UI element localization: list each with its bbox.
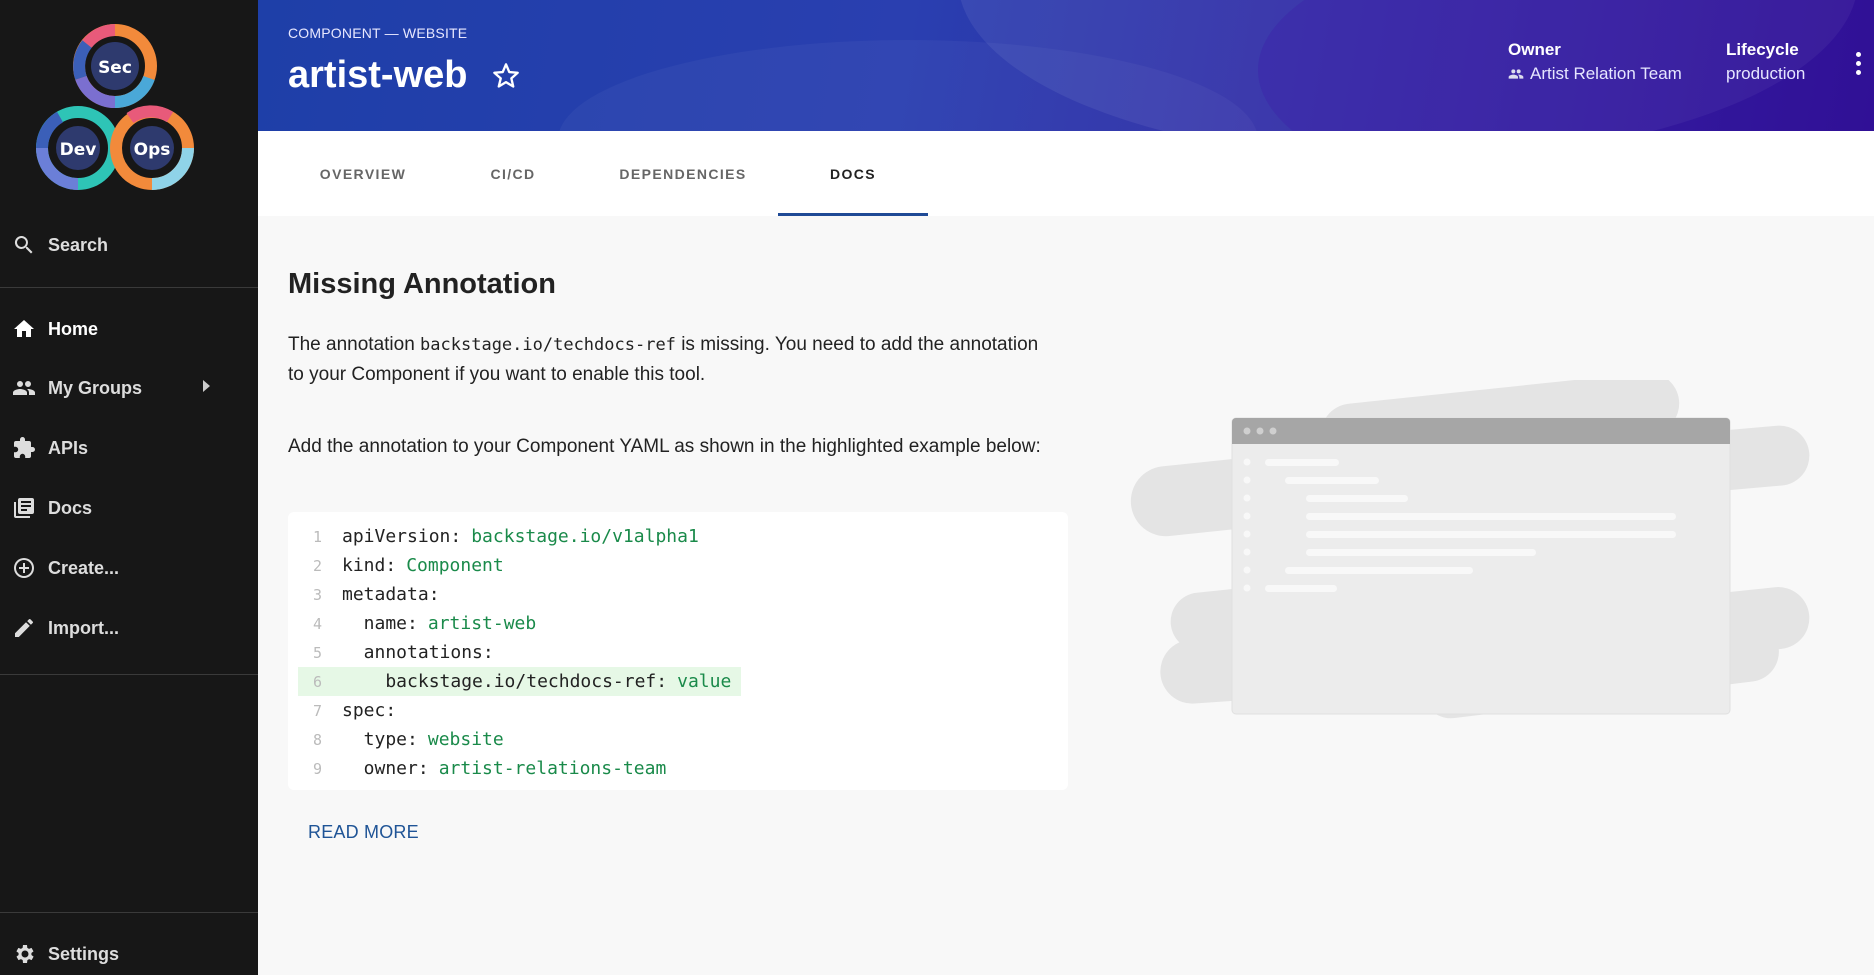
sidebar-item-import[interactable]: Import...: [0, 600, 258, 656]
entity-header: COMPONENT — WEBSITE artist-web Owner Art…: [258, 0, 1874, 131]
yaml-code-block: 1 apiVersion: backstage.io/v1alpha1 2 kind:…: [288, 512, 1068, 790]
chevron-right-icon: [203, 380, 210, 392]
lifecycle-field: Lifecycle production: [1726, 40, 1805, 84]
home-icon: [12, 317, 36, 341]
docs-icon: [12, 496, 36, 520]
sidebar-item-label: Home: [48, 318, 99, 339]
svg-text:Dev: Dev: [60, 140, 97, 160]
sidebar-item-label: APIs: [48, 437, 89, 458]
sidebar-item-label: My Groups: [48, 377, 143, 398]
svg-text:Ops: Ops: [134, 140, 171, 160]
sidebar-item-docs[interactable]: Docs: [0, 480, 258, 536]
groups-icon: [12, 376, 36, 400]
search-icon: [12, 233, 36, 257]
missing-docs-illustration: [1130, 380, 1810, 719]
code-line: 9 owner: artist-relations-team: [312, 758, 667, 779]
entity-kind-label: COMPONENT — WEBSITE: [288, 25, 468, 41]
sidebar-divider: [0, 287, 258, 288]
sidebar-item-apis[interactable]: APIs: [0, 420, 258, 476]
sidebar-item-search[interactable]: Search: [0, 217, 258, 273]
active-tab-indicator: [778, 213, 928, 216]
svg-text:Sec: Sec: [98, 58, 132, 78]
owner-label: Owner: [1508, 40, 1561, 59]
tab-dependencies[interactable]: DEPENDENCIES: [588, 131, 778, 216]
code-line: 7 spec:: [312, 700, 397, 721]
tab-docs[interactable]: DOCS: [778, 131, 928, 216]
code-line-highlighted: 6 backstage.io/techdocs-ref: value: [298, 667, 741, 696]
code-line: 3 metadata:: [312, 584, 440, 605]
code-line: 1 apiVersion: backstage.io/v1alpha1: [312, 526, 699, 547]
sidebar-item-settings[interactable]: Settings: [0, 926, 258, 975]
sidebar-item-label: Import...: [48, 617, 119, 638]
tab-bar: OVERVIEW CI/CD DEPENDENCIES DOCS: [258, 131, 1874, 216]
sidebar: Sec Dev Ops Search Home My Groups APIs D…: [0, 0, 258, 975]
more-options-icon[interactable]: [1856, 52, 1862, 80]
annotation-instructions: Add the annotation to your Component YAM…: [288, 436, 1041, 457]
tab-cicd[interactable]: CI/CD: [438, 131, 588, 216]
missing-annotation-title: Missing Annotation: [288, 268, 556, 300]
sidebar-item-label: Docs: [48, 497, 93, 518]
puzzle-icon: [12, 436, 36, 460]
sidebar-divider: [0, 912, 258, 913]
annotation-code: backstage.io/techdocs-ref: [420, 335, 676, 355]
sidebar-item-label: Search: [48, 234, 109, 255]
sidebar-item-my-groups[interactable]: My Groups: [0, 360, 258, 416]
sidebar-item-label: Settings: [48, 943, 120, 964]
lifecycle-label: Lifecycle: [1726, 40, 1799, 59]
group-icon: [1508, 69, 1524, 79]
devsecops-logo[interactable]: Sec Dev Ops: [20, 18, 210, 208]
sidebar-item-create[interactable]: Create...: [0, 540, 258, 596]
owner-value[interactable]: Artist Relation Team: [1508, 64, 1682, 84]
read-more-link[interactable]: READ MORE: [308, 822, 419, 843]
gear-icon: [12, 942, 36, 966]
code-line: 5 annotations:: [312, 642, 494, 663]
sidebar-item-home[interactable]: Home: [0, 301, 258, 357]
code-line: 8 type: website: [312, 729, 504, 750]
code-line: 2 kind: Component: [312, 555, 504, 576]
annotation-description: The annotation backstage.io/techdocs-ref…: [288, 334, 1039, 385]
code-line: 4 name: artist-web: [312, 613, 537, 634]
owner-field: Owner Artist Relation Team: [1508, 40, 1682, 84]
star-icon[interactable]: [492, 62, 520, 90]
page-title: artist-web: [288, 54, 468, 96]
sidebar-item-label: Create...: [48, 557, 120, 578]
sidebar-divider: [0, 674, 258, 675]
pencil-icon: [12, 616, 36, 640]
tab-overview[interactable]: OVERVIEW: [288, 131, 438, 216]
add-circle-icon: [12, 556, 36, 580]
lifecycle-value: production: [1726, 64, 1806, 83]
